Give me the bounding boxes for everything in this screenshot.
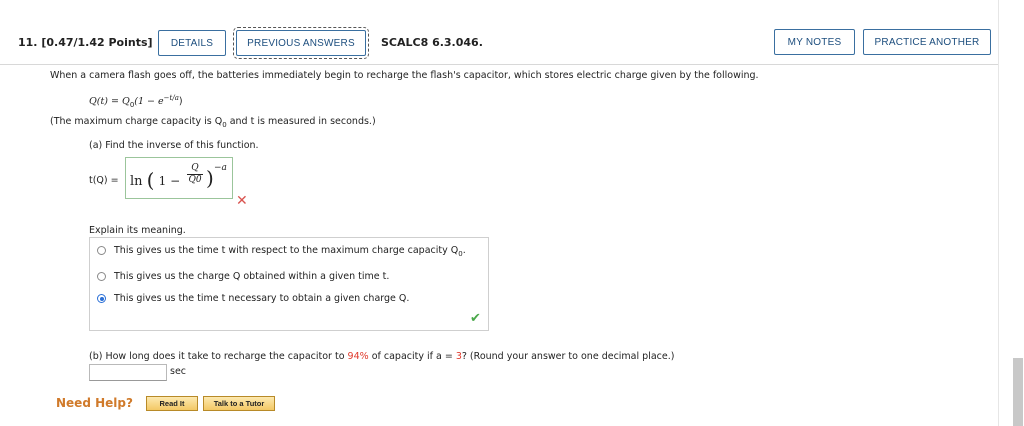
option2-label: This gives us the charge Q obtained with… <box>114 271 390 282</box>
read-it-button[interactable]: Read It <box>146 396 198 411</box>
fraction: Q Q0 <box>187 163 203 185</box>
option2-radio[interactable] <box>97 272 106 281</box>
meaning-options: This gives us the time t with respect to… <box>89 237 489 331</box>
fraction-numerator: Q <box>187 163 203 175</box>
exponent: −a <box>214 163 227 173</box>
need-help-label: Need Help? <box>56 396 133 410</box>
question-header: 11. [0.47/1.42 Points] DETAILS PREVIOUS … <box>0 20 998 65</box>
capacity-note: (The maximum charge capacity is Q0 and t… <box>50 116 376 129</box>
incorrect-x-icon: ✕ <box>236 193 248 209</box>
charge-formula: Q(t) = Q0(1 − e−t/a) <box>89 94 183 110</box>
answer-lhs: t(Q) = <box>89 175 119 186</box>
explain-label: Explain its meaning. <box>89 225 186 236</box>
problem-intro: When a camera flash goes off, the batter… <box>50 70 759 81</box>
points-label: [0.47/1.42 Points] <box>41 36 153 49</box>
correct-check-icon: ✔ <box>470 311 481 326</box>
fraction-denominator: Q0 <box>188 175 202 185</box>
unit-label: sec <box>170 366 187 377</box>
part-b-answer-input[interactable] <box>89 364 167 381</box>
ln-text: ln <box>130 174 143 189</box>
open-paren: ( <box>146 168 155 192</box>
close-paren: ) <box>206 166 214 190</box>
part-a-prompt: (a) Find the inverse of this function. <box>89 140 259 151</box>
talk-to-tutor-button[interactable]: Talk to a Tutor <box>203 396 275 411</box>
my-notes-button[interactable]: MY NOTES <box>774 29 855 55</box>
option1-radio[interactable] <box>97 246 106 255</box>
part-a-answer-field[interactable]: ln ( 1 − Q Q0 ) −a <box>125 157 233 199</box>
option1-label: This gives us the time t with respect to… <box>114 245 466 258</box>
question-number: 11. [0.47/1.42 Points] <box>18 36 153 49</box>
percent-highlight: 94% <box>347 351 369 362</box>
option3-radio-selected[interactable] <box>97 294 106 303</box>
option3-label: This gives us the time t necessary to ob… <box>114 293 410 304</box>
part-b-prompt: (b) How long does it take to recharge th… <box>89 351 675 362</box>
details-button[interactable]: DETAILS <box>158 30 226 56</box>
question-card: 11. [0.47/1.42 Points] DETAILS PREVIOUS … <box>0 0 999 426</box>
scrollbar-thumb[interactable] <box>1013 358 1023 426</box>
previous-answers-button[interactable]: PREVIOUS ANSWERS <box>233 27 369 59</box>
practice-another-button[interactable]: PRACTICE ANOTHER <box>863 29 991 55</box>
one-minus: 1 − <box>158 174 181 188</box>
question-id: SCALC8 6.3.046. <box>381 36 483 49</box>
